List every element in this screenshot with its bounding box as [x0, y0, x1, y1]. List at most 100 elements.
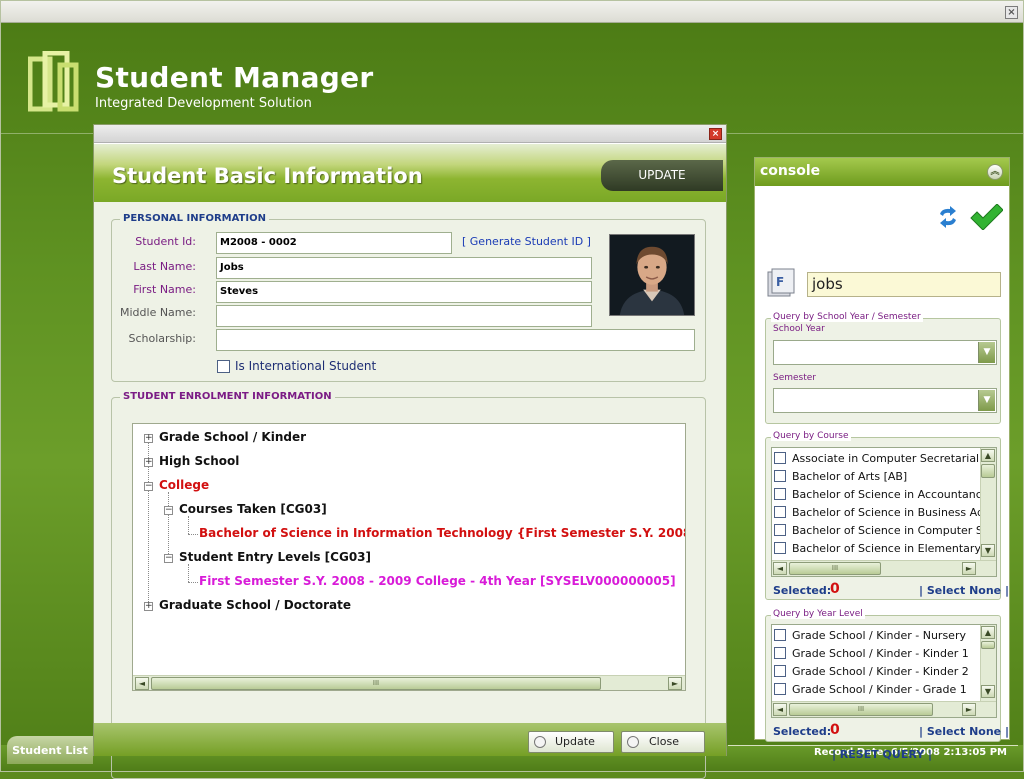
tab-student-list[interactable]: Student List	[7, 736, 93, 764]
year-level-item-label: Grade School / Kinder - Kinder 1	[792, 647, 969, 660]
enrolment-tree[interactable]: + Grade School / Kinder + High School − …	[132, 423, 686, 691]
collapse-icon[interactable]: ︽	[987, 164, 1003, 180]
tree-graduate-school[interactable]: Graduate School / Doctorate	[159, 598, 351, 612]
refresh-icon[interactable]	[936, 203, 960, 231]
tree-high-school[interactable]: High School	[159, 454, 239, 468]
course-select-none-link[interactable]: | Select None |	[919, 584, 1009, 597]
collapse-courses-taken-icon[interactable]: −	[164, 506, 173, 515]
course-item-label: Bachelor of Arts [AB]	[792, 470, 908, 483]
course-vscroll-thumb[interactable]	[981, 464, 995, 478]
course-item-label: Associate in Computer Secretarial	[792, 452, 980, 465]
course-list[interactable]: Associate in Computer Secretarial Bachel…	[771, 447, 997, 577]
tree-course-item-connector	[188, 534, 198, 535]
close-button[interactable]: Close	[621, 731, 705, 753]
year-level-group-legend: Query by Year Level	[771, 609, 865, 619]
scroll-down-button[interactable]: ▼	[981, 544, 995, 557]
course-vertical-scrollbar[interactable]: ▲ ▼	[980, 448, 996, 560]
close-button-label: Close	[649, 735, 679, 748]
update-icon	[534, 736, 546, 748]
scroll-down-button[interactable]: ▼	[981, 685, 995, 698]
year-level-item[interactable]: Grade School / Kinder - Kinder 1	[774, 645, 969, 663]
course-item-label: Bachelor of Science in Accountancy	[792, 488, 989, 501]
course-checkbox[interactable]	[774, 452, 786, 464]
course-checkbox[interactable]	[774, 524, 786, 536]
student-id-field[interactable]: M2008 - 0002	[216, 232, 452, 254]
dialog-titlebar: ×	[94, 125, 726, 143]
generate-student-id-link[interactable]: [ Generate Student ID ]	[462, 235, 591, 248]
middle-name-field[interactable]	[216, 305, 592, 327]
tree-entry-item[interactable]: First Semester S.Y. 2008 - 2009 College …	[199, 574, 676, 588]
tree-courses-taken[interactable]: Courses Taken [CG03]	[179, 502, 327, 516]
course-checkbox[interactable]	[774, 470, 786, 482]
expand-graduate-icon[interactable]: +	[144, 602, 153, 611]
first-name-field[interactable]: Steves	[216, 281, 592, 303]
mode-update-button[interactable]: UPDATE	[601, 160, 723, 191]
reset-query-link[interactable]: | RESET QUERY |	[755, 748, 1009, 761]
last-name-field[interactable]: Jobs	[216, 257, 592, 279]
course-item[interactable]: Bachelor of Science in Computer Sc	[774, 522, 989, 540]
year-level-vertical-scrollbar[interactable]: ▲ ▼	[980, 625, 996, 701]
course-checkbox[interactable]	[774, 542, 786, 554]
year-level-item[interactable]: Grade School / Kinder - Grade 1	[774, 681, 967, 699]
scroll-left-button[interactable]: ◄	[773, 562, 787, 575]
tree-course-item[interactable]: Bachelor of Science in Information Techn…	[199, 526, 685, 540]
tree-grade-school[interactable]: Grade School / Kinder	[159, 430, 306, 444]
course-group-legend: Query by Course	[771, 431, 851, 441]
course-item[interactable]: Bachelor of Science in Accountancy	[774, 486, 988, 504]
tree-college[interactable]: College	[159, 478, 209, 492]
semester-select[interactable]: ▼	[773, 388, 997, 413]
console-title: console	[760, 163, 821, 179]
window-titlebar: ×	[1, 1, 1023, 23]
course-item[interactable]: Associate in Computer Secretarial	[774, 450, 979, 468]
international-student-label[interactable]: Is International Student	[235, 359, 376, 373]
course-item[interactable]: Bachelor of Science in Business Ad	[774, 504, 984, 522]
course-item[interactable]: Bachelor of Arts [AB]	[774, 468, 907, 486]
school-year-select[interactable]: ▼	[773, 340, 997, 365]
year-level-vscroll-thumb[interactable]	[981, 641, 995, 649]
course-checkbox[interactable]	[774, 488, 786, 500]
update-button[interactable]: Update	[528, 731, 614, 753]
year-level-checkbox[interactable]	[774, 665, 786, 677]
year-level-select-none-link[interactable]: | Select None |	[919, 725, 1009, 738]
scroll-right-button[interactable]: ►	[668, 677, 682, 690]
tree-scroll-thumb[interactable]: III	[151, 677, 601, 690]
year-level-item-label: Grade School / Kinder - Kinder 2	[792, 665, 969, 678]
apply-check-icon[interactable]	[969, 204, 1003, 230]
year-level-checkbox[interactable]	[774, 683, 786, 695]
scroll-right-button[interactable]: ►	[962, 703, 976, 716]
year-level-checkbox[interactable]	[774, 629, 786, 641]
chevron-down-icon[interactable]: ▼	[978, 390, 995, 411]
scholarship-field[interactable]	[216, 329, 695, 351]
scroll-left-button[interactable]: ◄	[773, 703, 787, 716]
expand-grade-school-icon[interactable]: +	[144, 434, 153, 443]
scroll-up-button[interactable]: ▲	[981, 449, 995, 462]
chevron-down-icon[interactable]: ▼	[978, 342, 995, 363]
course-horizontal-scrollbar[interactable]: ◄ III ►	[772, 560, 996, 576]
year-level-item[interactable]: Grade School / Kinder - Kinder 2	[774, 663, 969, 681]
tree-horizontal-scrollbar[interactable]: ◄ III ►	[133, 675, 685, 690]
year-level-checkbox[interactable]	[774, 647, 786, 659]
year-level-list[interactable]: Grade School / Kinder - Nursery Grade Sc…	[771, 624, 997, 718]
last-name-label: Last Name:	[133, 260, 196, 273]
dialog-footer: Update Close	[94, 723, 726, 756]
scroll-left-button[interactable]: ◄	[135, 677, 149, 690]
window-close-button[interactable]: ×	[1005, 6, 1018, 19]
collapse-entry-levels-icon[interactable]: −	[164, 554, 173, 563]
dialog-close-button[interactable]: ×	[709, 128, 722, 140]
collapse-college-icon[interactable]: −	[144, 482, 153, 491]
scroll-right-button[interactable]: ►	[962, 562, 976, 575]
course-hscroll-thumb[interactable]: III	[789, 562, 881, 575]
search-input[interactable]: jobs	[807, 272, 1001, 297]
international-student-checkbox[interactable]	[217, 360, 230, 373]
scroll-up-button[interactable]: ▲	[981, 626, 995, 639]
course-checkbox[interactable]	[774, 506, 786, 518]
tree-entry-levels[interactable]: Student Entry Levels [CG03]	[179, 550, 371, 564]
year-level-hscroll-thumb[interactable]: III	[789, 703, 933, 716]
expand-high-school-icon[interactable]: +	[144, 458, 153, 467]
semester-label: Semester	[773, 373, 817, 383]
year-level-horizontal-scrollbar[interactable]: ◄ III ►	[772, 701, 996, 717]
year-level-item[interactable]: Grade School / Kinder - Nursery	[774, 627, 966, 645]
course-item[interactable]: Bachelor of Science in Elementary	[774, 540, 981, 558]
app-title: Student Manager	[95, 61, 374, 94]
course-item-label: Bachelor of Science in Elementary	[792, 542, 981, 555]
